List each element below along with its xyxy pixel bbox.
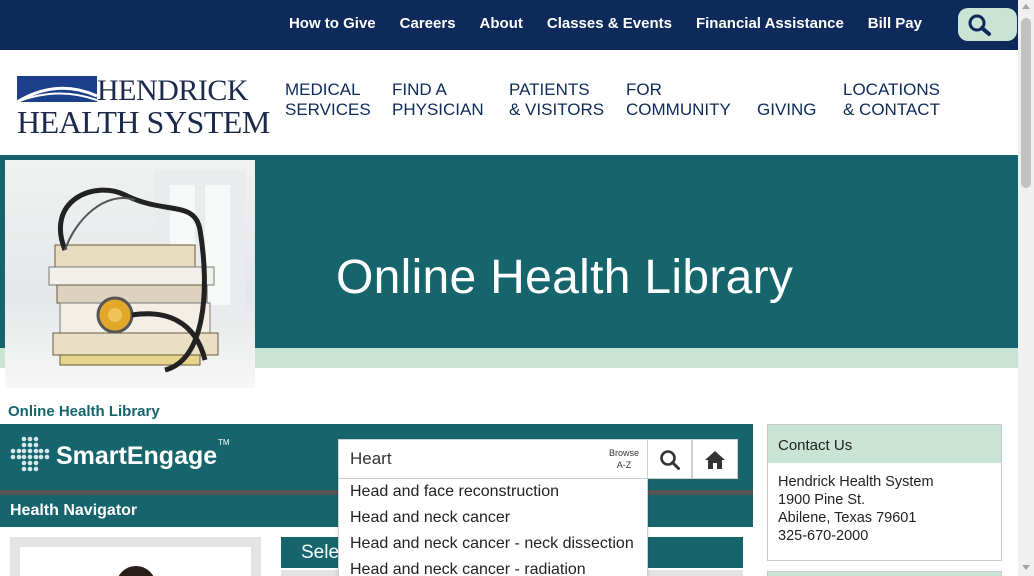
- link-about[interactable]: About: [480, 15, 523, 32]
- library-search-button[interactable]: [648, 439, 692, 479]
- nav-label: MEDICAL: [285, 80, 361, 99]
- library-search-box: Browse A-Z: [338, 439, 648, 479]
- stethoscope-books-illustration: [48, 170, 245, 373]
- nav-label: PHYSICIAN: [392, 100, 484, 119]
- contact-name: Hendrick Health System: [778, 474, 934, 490]
- scroll-thumb[interactable]: [1021, 18, 1031, 188]
- autocomplete-item[interactable]: Head and face reconstruction: [339, 479, 647, 505]
- library-home-button[interactable]: [692, 439, 738, 479]
- site-search-button[interactable]: [958, 8, 1017, 41]
- contact-phone[interactable]: 325-670-2000: [778, 527, 1001, 545]
- search-icon: [968, 14, 991, 36]
- link-bill-pay[interactable]: Bill Pay: [868, 15, 922, 32]
- nav-label: & VISITORS: [509, 100, 605, 119]
- autocomplete-item[interactable]: Head and neck cancer - neck dissection: [339, 531, 647, 557]
- contact-details: Hendrick Health System 1900 Pine St. Abi…: [768, 463, 1001, 545]
- browse-az-label: A-Z: [616, 460, 632, 470]
- link-classes-events[interactable]: Classes & Events: [547, 15, 672, 32]
- nav-label: PATIENTS: [509, 80, 590, 99]
- nav-label: COMMUNITY: [626, 100, 731, 119]
- page-scrollbar[interactable]: [1018, 0, 1034, 576]
- breadcrumb[interactable]: Online Health Library: [8, 403, 160, 420]
- browse-label: Browse: [608, 448, 639, 458]
- nav-label: FIND A: [392, 80, 447, 99]
- nav-label: & CONTACT: [843, 100, 940, 119]
- utility-links: How to Give Careers About Classes & Even…: [265, 15, 922, 32]
- nav-medical-services[interactable]: MEDICAL SERVICES: [285, 80, 371, 120]
- hero-image-stethoscope-books: [5, 160, 255, 388]
- autocomplete-item[interactable]: Head and neck cancer: [339, 505, 647, 531]
- link-how-to-give[interactable]: How to Give: [289, 15, 376, 32]
- scroll-down-arrow-icon[interactable]: [1022, 565, 1030, 570]
- contact-panel: Contact Us Hendrick Health System 1900 P…: [767, 424, 1002, 561]
- smartengage-tm: TM: [218, 438, 230, 447]
- nav-locations-contact[interactable]: LOCATIONS & CONTACT: [843, 80, 940, 120]
- nav-label: FOR: [626, 80, 662, 99]
- search-icon: [660, 450, 680, 470]
- contact-header: Contact Us: [768, 425, 1001, 463]
- nav-giving[interactable]: GIVING: [757, 100, 817, 120]
- link-careers[interactable]: Careers: [400, 15, 456, 32]
- navigator-select-label: Sele: [301, 542, 340, 563]
- nav-find-a-physician[interactable]: FIND A PHYSICIAN: [392, 80, 484, 120]
- nav-for-community[interactable]: FOR COMMUNITY: [626, 80, 731, 120]
- nav-label: LOCATIONS: [843, 80, 940, 99]
- smartengage-brand: SmartEngage: [56, 442, 218, 470]
- hero-title: Online Health Library: [336, 251, 794, 304]
- main-nav: MEDICAL SERVICES FIND A PHYSICIAN PATIEN…: [0, 80, 1018, 125]
- home-icon: [705, 451, 725, 469]
- link-financial-assistance[interactable]: Financial Assistance: [696, 15, 844, 32]
- nav-label: GIVING: [757, 100, 817, 119]
- secondary-panel: [767, 571, 1002, 576]
- top-utility-bar: How to Give Careers About Classes & Even…: [0, 0, 1018, 50]
- scroll-up-arrow-icon[interactable]: [1022, 4, 1030, 9]
- nav-label: SERVICES: [285, 100, 371, 119]
- contact-city: Abilene, Texas 79601: [778, 510, 917, 526]
- autocomplete-item[interactable]: Head and neck cancer - radiation: [339, 557, 647, 576]
- library-search-input[interactable]: [339, 440, 599, 478]
- smartengage-cross-icon: [10, 436, 50, 472]
- site-header: HENDRICK HEALTH SYSTEM MEDICAL SERVICES …: [0, 50, 1018, 155]
- search-autocomplete-list: Head and face reconstruction Head and ne…: [338, 479, 648, 576]
- nav-patients-visitors[interactable]: PATIENTS & VISITORS: [509, 80, 604, 120]
- health-navigator-title: Health Navigator: [10, 502, 138, 519]
- browse-a-z-link[interactable]: Browse A-Z: [604, 447, 644, 471]
- contact-street: 1900 Pine St.: [778, 492, 866, 508]
